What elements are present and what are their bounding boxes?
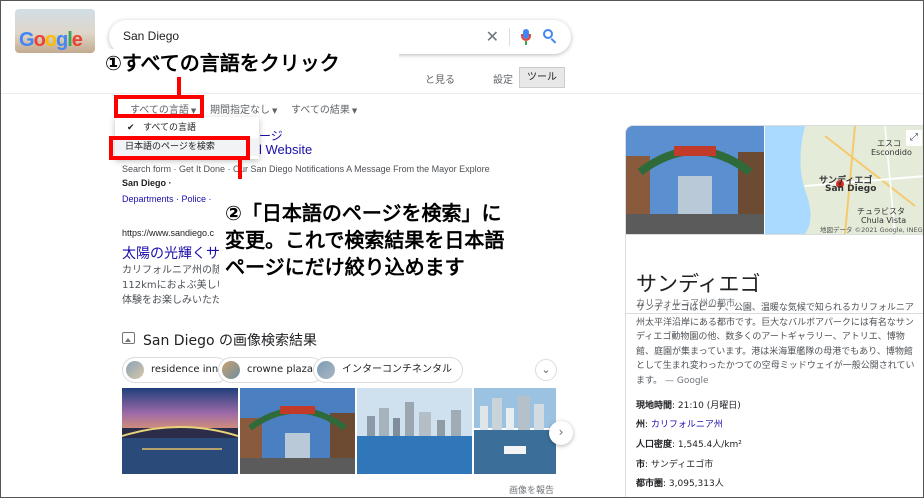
chip-thumbnail xyxy=(222,361,240,379)
dropdown-arrow-icon: ▼ xyxy=(272,107,278,115)
kp-fact-density: 人口密度: 1,545.4人/km² xyxy=(636,440,742,450)
kp-title: サンディエゴ xyxy=(636,272,761,296)
dropdown-arrow-icon: ▼ xyxy=(351,107,358,115)
divider xyxy=(626,234,923,235)
close-icon[interactable]: ✕ xyxy=(486,27,499,46)
kp-photo[interactable] xyxy=(626,126,764,234)
image-result-skyline[interactable] xyxy=(357,388,472,474)
chip-residence-inn[interactable]: residence inn xyxy=(122,357,230,383)
highlight-japanese-option xyxy=(109,136,250,160)
result-url[interactable]: https://www.sandiego.c xyxy=(122,228,214,238)
knowledge-panel: ⤢ エスコ Escondido サンディエゴ San Diego チュラビスタ … xyxy=(625,125,923,497)
kp-description: サンディエゴはビーチ、公園、温暖な気候で知られるカリフォルニア州太平洋沿岸にある… xyxy=(636,303,915,386)
kp-state-link[interactable]: カリフォルニア州 xyxy=(651,420,723,430)
annotation-connector-2 xyxy=(238,159,242,179)
annotation-step1: ①すべての言語をクリック xyxy=(105,51,340,75)
map-credit: 地図データ ©2021 Google, INEG xyxy=(820,226,923,234)
image-result-bridge[interactable] xyxy=(122,388,238,474)
kp-fact-local-time: 現地時間: 21:10 (月曜日) xyxy=(636,401,741,411)
annotation-connector xyxy=(177,77,181,97)
expand-icon[interactable]: ⤢ xyxy=(906,130,922,146)
logo-text: Google xyxy=(19,29,83,51)
chip-intercontinental[interactable]: インターコンチネンタル xyxy=(313,357,463,383)
kp-fact-city: 市: サンディエゴ市 xyxy=(636,460,714,470)
image-result-harbor[interactable] xyxy=(474,388,556,474)
tab-more[interactable]: と見る xyxy=(425,71,455,86)
time-filter[interactable]: 期間指定なし ▼ xyxy=(210,101,277,116)
map-label: Escondido xyxy=(871,148,912,157)
settings-link[interactable]: 設定 xyxy=(493,71,513,86)
microphone-icon[interactable] xyxy=(521,29,531,45)
image-icon xyxy=(122,332,135,344)
kp-source[interactable]: — Google xyxy=(665,376,709,386)
header-divider xyxy=(1,93,923,94)
kp-map[interactable]: ⤢ エスコ Escondido サンディエゴ San Diego チュラビスタ … xyxy=(765,126,923,234)
results-filter[interactable]: すべての結果 ▼ xyxy=(291,101,357,116)
annotation-step2: ②「日本語のページを検索」に 変更。これで検索結果を日本語 ページにだけ絞り込め… xyxy=(225,201,505,279)
result-title-partial-2[interactable]: l Website xyxy=(259,142,312,157)
chip-thumbnail xyxy=(126,361,144,379)
check-icon: ✔ xyxy=(127,123,135,133)
google-logo[interactable]: Google xyxy=(15,9,95,53)
menu-item-all-languages[interactable]: ✔ すべての言語 xyxy=(115,119,259,137)
sitelinks[interactable]: Search form · Get It Done · Our San Dieg… xyxy=(122,164,490,174)
divider xyxy=(509,28,510,46)
screenshot-frame: Google San Diego ✕ と見る 設定 ツール すべての言語 ▼ 期間… xyxy=(0,0,924,498)
search-icon[interactable] xyxy=(543,29,557,44)
highlight-language-filter xyxy=(114,95,204,118)
sitelinks-2[interactable]: San Diego · xyxy=(122,178,172,188)
kp-fact-metro: 都市圏: 3,095,313人 xyxy=(636,479,724,489)
result-title[interactable]: 太陽の光輝くサ xyxy=(122,243,220,263)
chip-crowne-plaza[interactable]: crowne plaza xyxy=(218,357,324,383)
images-section-title[interactable]: San Diego の画像検索結果 xyxy=(143,330,317,350)
tools-button[interactable]: ツール xyxy=(519,67,565,88)
report-images-link[interactable]: 画像を報告 xyxy=(509,483,554,496)
map-label-san-diego-en: San Diego xyxy=(825,184,877,194)
image-result-gaslamp[interactable] xyxy=(240,388,355,474)
search-input[interactable]: San Diego xyxy=(123,29,179,43)
chevron-right-icon[interactable]: › xyxy=(549,421,573,445)
result-links[interactable]: Departments · Police · xyxy=(122,194,212,204)
chip-thumbnail xyxy=(317,361,335,379)
kp-fact-state: 州: カリフォルニア州 xyxy=(636,420,723,430)
chevron-down-icon[interactable]: ⌄ xyxy=(535,359,557,381)
